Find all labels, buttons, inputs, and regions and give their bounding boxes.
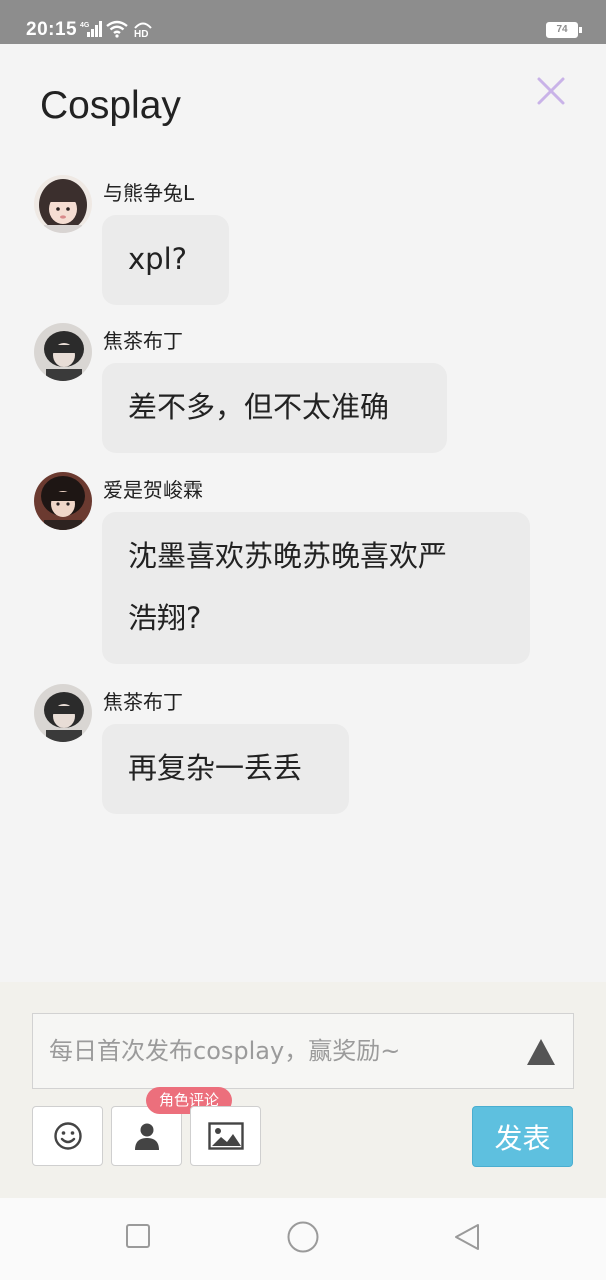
message-text: 再复杂一丢丢	[128, 751, 303, 785]
hd-label: HD	[134, 29, 148, 38]
hd-icon: HD	[134, 22, 152, 38]
comment-input-box	[32, 1013, 574, 1089]
chat-message: 焦茶布丁 差不多，但不太准确	[0, 323, 606, 455]
message-bubble: 差不多，但不太准确	[102, 363, 447, 453]
status-time: 20:15	[26, 19, 78, 40]
role-comment-button[interactable]	[111, 1106, 182, 1166]
network-type-label: 4G	[80, 22, 90, 29]
avatar-boy-icon[interactable]	[34, 684, 92, 742]
message-text: 浩翔?	[128, 601, 202, 635]
comment-input[interactable]	[33, 1014, 513, 1088]
battery-icon: 74	[546, 22, 578, 38]
status-bar: 20:15 4G HD 74	[0, 0, 606, 44]
publish-button[interactable]: 发表	[472, 1106, 573, 1167]
system-nav-bar	[0, 1198, 606, 1280]
message-text: 沈墨喜欢苏晚苏晚喜欢严	[128, 539, 448, 573]
recent-apps-icon[interactable]	[124, 1222, 152, 1250]
message-bubble: xpl?	[102, 215, 229, 305]
message-text: 差不多，但不太准确	[128, 390, 390, 424]
username: 爱是贺峻霖	[103, 478, 203, 502]
username: 焦茶布丁	[103, 329, 183, 353]
chat-message: 与熊争兔L xpl?	[0, 175, 606, 305]
emoji-button[interactable]	[32, 1106, 103, 1166]
avatar-boy-icon[interactable]	[34, 323, 92, 381]
username: 与熊争兔L	[103, 181, 195, 205]
page-title: Cosplay	[40, 84, 181, 127]
close-icon[interactable]	[535, 75, 567, 107]
smiley-icon	[53, 1122, 82, 1150]
message-bubble: 再复杂一丢丢	[102, 724, 349, 814]
username: 焦茶布丁	[103, 690, 183, 714]
back-icon[interactable]	[452, 1222, 482, 1252]
chat-message: 爱是贺峻霖 沈墨喜欢苏晚苏晚喜欢严 浩翔?	[0, 472, 606, 667]
image-button[interactable]	[190, 1106, 261, 1166]
battery-nub	[579, 27, 582, 33]
chat-message: 焦茶布丁 再复杂一丢丢	[0, 684, 606, 816]
battery-level: 74	[556, 24, 568, 35]
wifi-icon	[106, 20, 128, 38]
status-icons: 4G HD	[80, 20, 154, 38]
signal-icon: 4G	[80, 21, 102, 37]
message-text: xpl?	[128, 242, 188, 276]
person-icon	[134, 1123, 159, 1150]
avatar-girl-icon[interactable]	[34, 175, 92, 233]
send-arrow-icon[interactable]	[527, 1039, 555, 1065]
message-bubble: 沈墨喜欢苏晚苏晚喜欢严 浩翔?	[102, 512, 530, 664]
image-icon	[207, 1122, 244, 1150]
home-icon[interactable]	[286, 1220, 320, 1254]
avatar-girl-dark-icon[interactable]	[34, 472, 92, 530]
